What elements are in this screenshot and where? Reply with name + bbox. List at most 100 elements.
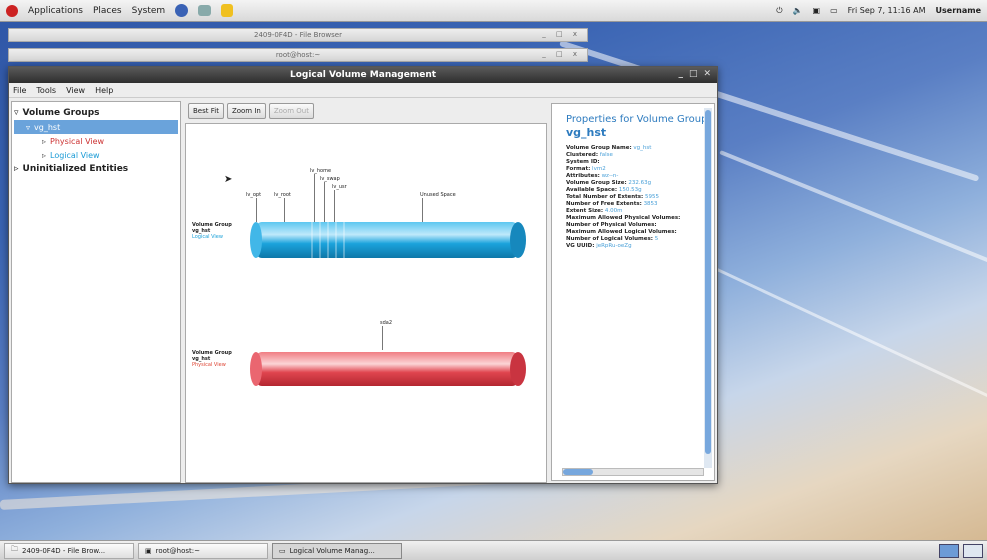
notes-launcher-icon[interactable]: [221, 4, 234, 17]
taskbar-item-file-browser[interactable]: 🗀 2409-0F4D - File Brow...: [4, 542, 134, 559]
lv-label: lv_root: [274, 192, 291, 198]
diagram-pane: Best Fit Zoom In Zoom Out ➤ Volume Group…: [185, 101, 547, 483]
tree-label: Physical View: [50, 136, 105, 146]
properties-heading: Properties for Volume Group: [566, 114, 708, 125]
property-row: Number of Free Extents: 3853: [566, 201, 708, 208]
property-row: Volume Group Name: vg_hst: [566, 145, 708, 152]
leader-line: [284, 198, 285, 222]
menu-view[interactable]: View: [66, 86, 85, 95]
background-window-file-browser[interactable]: 2409-0F4D - File Browser _ □ x: [8, 28, 588, 42]
tree-volume-groups[interactable]: ▿ Volume Groups: [14, 106, 178, 120]
scrollbar-thumb[interactable]: [705, 110, 711, 454]
panel-status-area: ⏻ 🔈 ▣ ▭ Fri Sep 7, 11:16 AM Username: [776, 6, 981, 16]
tree-item-logical-view[interactable]: ▹ Logical View: [14, 148, 178, 162]
property-key: Available Space:: [566, 187, 618, 193]
window-titlebar[interactable]: Logical Volume Management _ □ ✕: [9, 67, 717, 83]
leader-line: [324, 182, 325, 222]
updates-icon[interactable]: ▣: [813, 6, 821, 15]
property-key: Clustered:: [566, 152, 599, 158]
tree-uninitialized-entities[interactable]: ▹ Uninitialized Entities: [14, 162, 178, 176]
collapsed-arrow-icon[interactable]: ▹: [14, 164, 19, 174]
volume-tree: ▿ Volume Groups ▿ vg_hst ▹ Physical View…: [11, 101, 181, 483]
workspace-1-button[interactable]: [939, 543, 959, 558]
property-value: wz--n-: [601, 173, 619, 179]
properties-hscrollbar[interactable]: [562, 468, 704, 476]
property-key: Maximum Allowed Logical Volumes:: [566, 229, 677, 235]
logical-volume-bar[interactable]: [250, 220, 530, 260]
property-value: 5: [654, 236, 659, 242]
window-controls[interactable]: _ □ x: [542, 50, 581, 58]
property-key: System ID:: [566, 159, 600, 165]
tree-label: Uninitialized Entities: [22, 164, 129, 174]
window-title: root@host:~: [275, 51, 321, 59]
taskbar-item-terminal[interactable]: ▣ root@host:~: [138, 542, 268, 559]
property-value: 3853: [643, 201, 658, 207]
menu-places[interactable]: Places: [93, 6, 122, 16]
property-value: jeRpRu-oeZg: [596, 243, 632, 249]
workspace-2-button[interactable]: [963, 543, 983, 558]
logical-vg-label: Volume Group vg_hst Logical View: [192, 222, 232, 240]
property-key: Number of Physical Volumes:: [566, 222, 657, 228]
collapsed-arrow-icon[interactable]: ▹: [42, 151, 46, 160]
property-value: vg_hst: [633, 145, 652, 151]
property-key: Number of Logical Volumes:: [566, 236, 653, 242]
leader-line: [256, 198, 257, 222]
diagram-canvas[interactable]: ➤ Volume Group vg_hst Logical View lv_op…: [185, 123, 547, 483]
property-row: Attributes: wz--n-: [566, 173, 708, 180]
user-menu[interactable]: Username: [936, 6, 981, 15]
mouse-cursor-icon: ➤: [224, 174, 233, 185]
best-fit-button[interactable]: Best Fit: [188, 103, 224, 119]
property-row: Clustered: false: [566, 152, 708, 159]
tree-label: Logical View: [50, 150, 100, 160]
physical-volume-bar[interactable]: [250, 350, 530, 388]
property-row: Volume Group Size: 232.63g: [566, 180, 708, 187]
vg-label-view: Logical View: [192, 234, 223, 240]
zoom-in-button[interactable]: Zoom In: [226, 103, 266, 119]
expanded-arrow-icon[interactable]: ▿: [14, 108, 19, 118]
property-key: Volume Group Size:: [566, 180, 627, 186]
taskbar-label: root@host:~: [155, 546, 200, 555]
menu-applications[interactable]: Applications: [28, 6, 83, 16]
tree-item-physical-view[interactable]: ▹ Physical View: [14, 134, 178, 148]
property-row: Extent Size: 4.00m: [566, 208, 708, 215]
lv-label: lv_home: [310, 168, 332, 174]
maximize-button[interactable]: □: [689, 69, 698, 79]
physical-vg-label: Volume Group vg_hst Physical View: [192, 350, 232, 368]
taskbar-item-lvm[interactable]: ▭ Logical Volume Manag...: [272, 542, 402, 559]
close-button[interactable]: ✕: [703, 69, 711, 79]
property-row: Available Space: 150.53g: [566, 187, 708, 194]
property-row: Number of Physical Volumes:: [566, 222, 708, 229]
battery-icon[interactable]: ▭: [830, 6, 838, 15]
wallpaper-streak: [699, 260, 987, 399]
minimize-button[interactable]: _: [678, 69, 683, 79]
expanded-arrow-icon[interactable]: ▿: [26, 123, 30, 132]
vg-label-view: Physical View: [192, 362, 226, 368]
volume-icon[interactable]: 🔈: [793, 6, 803, 15]
collapsed-arrow-icon[interactable]: ▹: [42, 137, 46, 146]
properties-scrollbar[interactable]: [704, 108, 712, 468]
menu-help[interactable]: Help: [95, 86, 113, 95]
mail-launcher-icon[interactable]: [198, 5, 212, 16]
folder-icon: 🗀: [11, 545, 18, 553]
lv-label: lv_opt: [246, 192, 262, 198]
window-controls[interactable]: _ □ x: [542, 30, 581, 38]
menu-system[interactable]: System: [132, 6, 166, 16]
property-row: Total Number of Extents: 5955: [566, 194, 708, 201]
lv-label: lv_usr: [332, 184, 347, 190]
property-row: Number of Logical Volumes: 5: [566, 236, 708, 243]
leader-line: [314, 174, 315, 222]
menu-tools[interactable]: Tools: [36, 86, 56, 95]
pv-label: sda2: [380, 320, 393, 326]
property-key: Format:: [566, 166, 591, 172]
network-icon[interactable]: ⏻: [776, 6, 782, 16]
menu-file[interactable]: File: [13, 86, 26, 95]
firefox-launcher-icon[interactable]: [175, 4, 189, 17]
property-key: Maximum Allowed Physical Volumes:: [566, 215, 681, 221]
tree-label: Volume Groups: [22, 108, 100, 118]
background-window-terminal[interactable]: root@host:~ _ □ x: [8, 48, 588, 62]
tree-item-vg[interactable]: ▿ vg_hst: [14, 120, 178, 134]
top-panel: Applications Places System ⏻ 🔈 ▣ ▭ Fri S…: [0, 0, 987, 22]
scrollbar-thumb[interactable]: [563, 469, 593, 475]
leader-line: [422, 198, 423, 222]
clock[interactable]: Fri Sep 7, 11:16 AM: [848, 6, 926, 15]
